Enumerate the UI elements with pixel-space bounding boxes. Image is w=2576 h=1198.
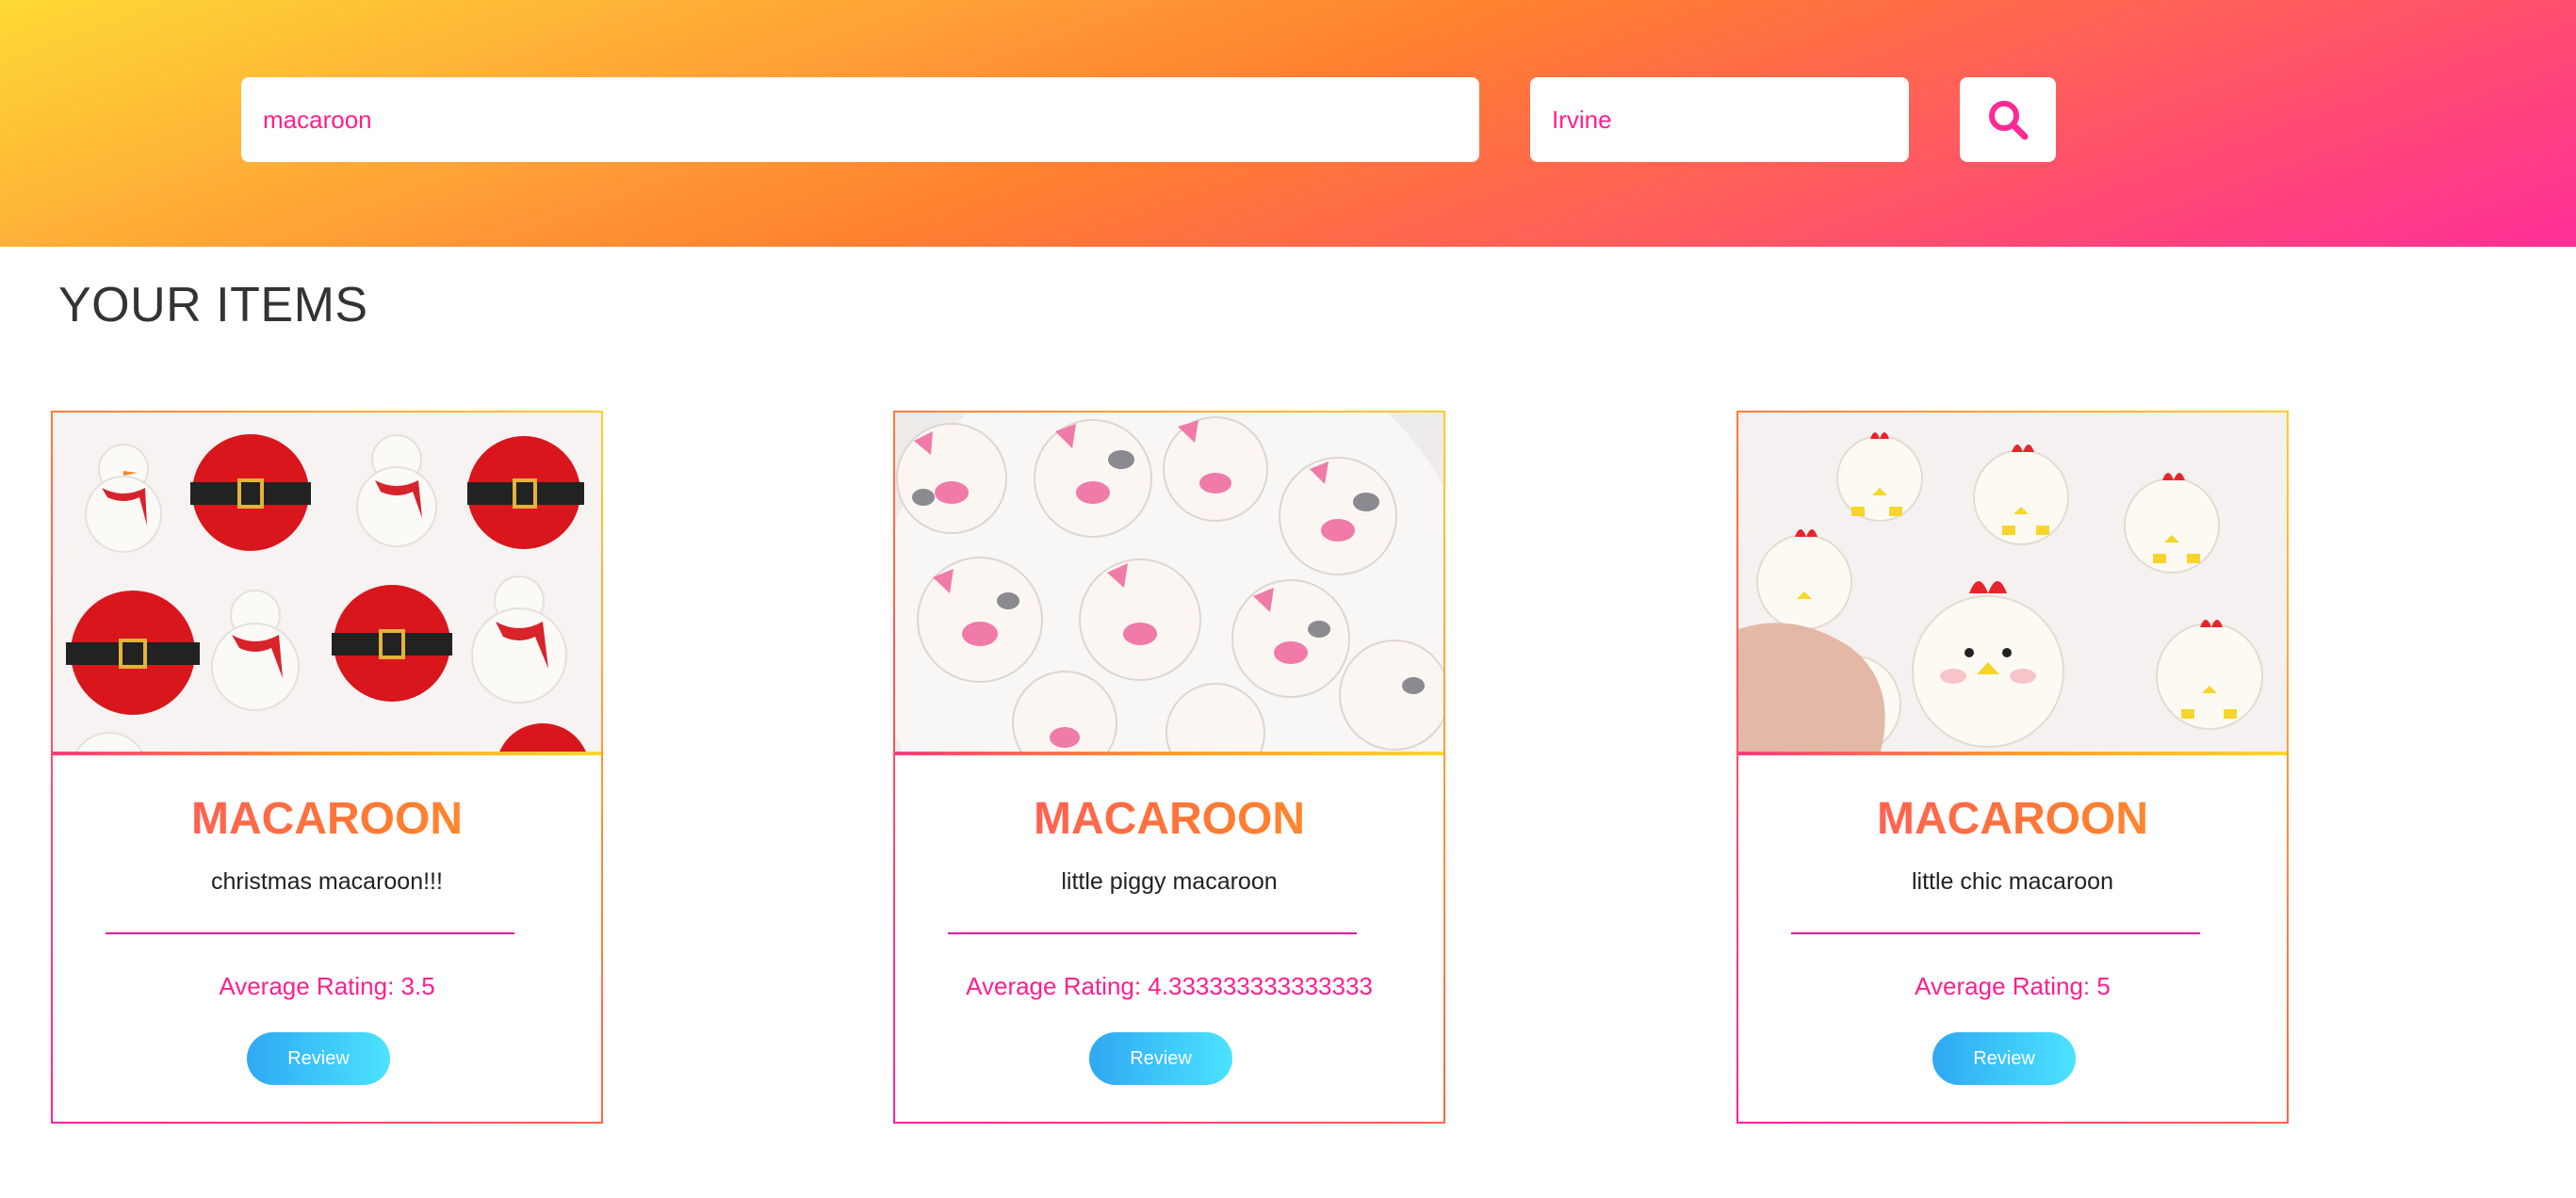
average-rating: Average Rating: 4.333333333333333	[966, 972, 1373, 1000]
divider	[106, 932, 514, 934]
christmas-macaroons-photo	[53, 413, 601, 755]
search-term-input[interactable]	[241, 77, 1479, 162]
item-name: MACAROON	[53, 793, 601, 845]
piggy-macaroons-photo	[895, 413, 1443, 755]
search-button[interactable]	[1960, 77, 2056, 162]
item-name: MACAROON	[1738, 793, 2287, 845]
review-button[interactable]: Review	[1932, 1032, 2076, 1085]
item-card: MACAROON christmas macaroon!!! Average R…	[51, 411, 603, 1124]
item-description: little chic macaroon	[1912, 868, 2113, 895]
page-title: YOUR ITEMS	[58, 278, 368, 332]
review-button[interactable]: Review	[247, 1032, 390, 1085]
item-description: little piggy macaroon	[1061, 868, 1278, 895]
divider	[1791, 932, 2200, 934]
search-icon	[1989, 101, 2029, 140]
review-button[interactable]: Review	[1089, 1032, 1232, 1085]
divider	[948, 932, 1357, 934]
item-description: christmas macaroon!!!	[211, 868, 443, 895]
item-card: MACAROON little piggy macaroon Average R…	[893, 411, 1445, 1124]
item-card: MACAROON little chic macaroon Average Ra…	[1736, 411, 2289, 1124]
average-rating: Average Rating: 3.5	[219, 972, 435, 1000]
average-rating: Average Rating: 5	[1915, 972, 2111, 1000]
chick-macaroons-photo	[1738, 413, 2287, 755]
item-name: MACAROON	[895, 793, 1443, 845]
location-input[interactable]	[1530, 77, 1909, 162]
search-header	[0, 0, 2576, 247]
